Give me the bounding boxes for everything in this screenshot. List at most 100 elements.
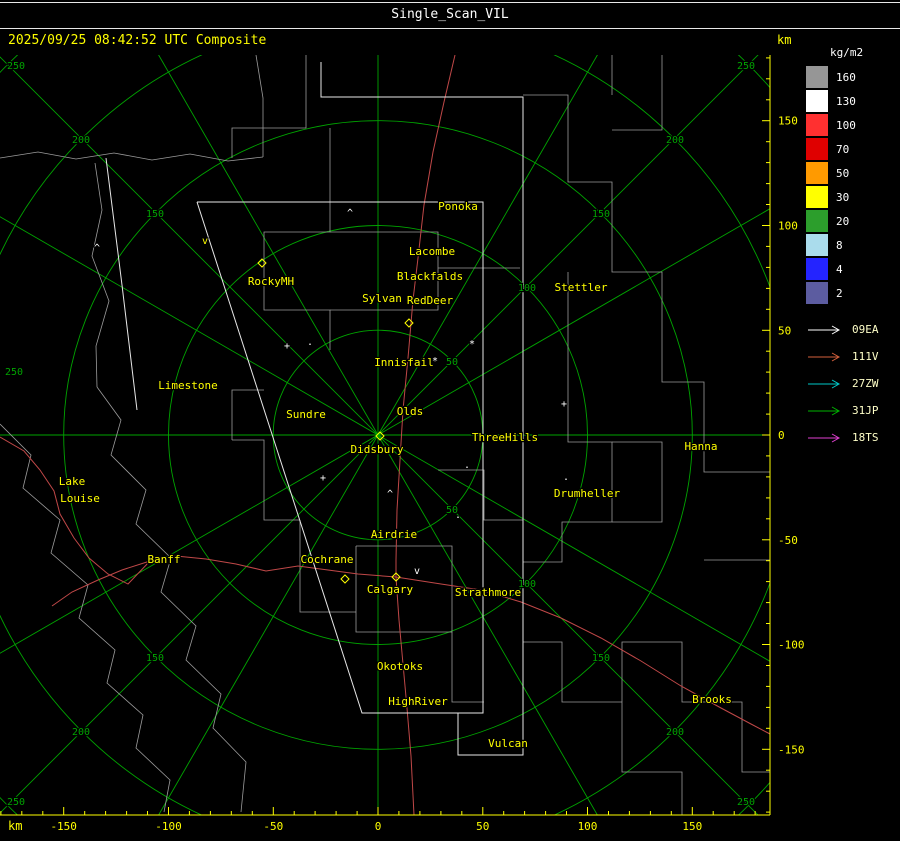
ring-distance-label: 150: [146, 653, 164, 664]
city-label-sundre: Sundre: [286, 408, 326, 421]
city-label-limestone: Limestone: [158, 379, 218, 392]
county-boundary: [255, 55, 264, 157]
radar-arrow-icon: [808, 433, 841, 442]
colorbar-value: 70: [836, 142, 850, 156]
coverage-outline: [105, 157, 138, 411]
colorbar-value: 2: [836, 286, 843, 300]
highway: [0, 436, 151, 585]
point-marker: +: [320, 473, 326, 484]
point-marker: ^: [94, 243, 100, 254]
city-label-reddeer: RedDeer: [407, 294, 454, 307]
radar-arrow-icon: [808, 352, 841, 361]
county-boundary: [299, 520, 356, 613]
radar-site-legend: 09EA 111V 27ZW 31JP 18TS: [806, 316, 879, 451]
point-marker: +: [561, 399, 567, 410]
point-marker: ^: [387, 489, 393, 500]
radar-legend-row: 27ZW: [806, 370, 879, 397]
radar-map: 50 100 150 200 250 150 200 250 50 100 150 200 250 150…: [0, 55, 805, 833]
ring-distance-label: 200: [666, 727, 684, 738]
range-rings-layer: [0, 55, 770, 815]
city-label-ponoka: Ponoka: [438, 200, 478, 213]
city-label-banff: Banff: [147, 553, 180, 566]
x-axis-tick-label: 0: [375, 820, 382, 833]
radar-legend-row: 09EA: [806, 316, 879, 343]
point-marker: .: [563, 472, 569, 483]
county-boundary: [231, 55, 307, 158]
y-axis-tick-label: -100: [778, 639, 805, 652]
radar-id-label: 111V: [852, 350, 879, 363]
ring-distance-label: 200: [72, 135, 90, 146]
point-marker: .: [455, 510, 461, 521]
y-axis-tick-label: 100: [778, 220, 798, 233]
city-marker-icon: [404, 318, 414, 328]
colorbar-value: 30: [836, 190, 850, 204]
point-marker: *: [469, 339, 475, 350]
ring-distance-label: 100: [518, 283, 536, 294]
colorbar-swatch: [806, 162, 828, 184]
colorbar-value: 8: [836, 238, 843, 252]
ring-distance-label: 250: [737, 797, 755, 808]
colorbar-swatch: [806, 234, 828, 256]
radar-legend-row: 111V: [806, 343, 879, 370]
point-marker: .: [464, 460, 470, 471]
city-label-okotoks: Okotoks: [377, 660, 423, 673]
county-boundary: [263, 128, 331, 350]
colorbar-swatch: [806, 282, 828, 304]
y-axis-tick-label: 50: [778, 324, 791, 337]
colorbar-entry: 20: [806, 209, 863, 233]
city-label-vulcan: Vulcan: [488, 737, 528, 750]
colorbar-swatch: [806, 186, 828, 208]
colorbar-entry: 100: [806, 113, 863, 137]
county-boundary: [232, 439, 300, 521]
city-label-rockymh: RockyMH: [248, 275, 294, 288]
radar-id-label: 27ZW: [852, 377, 879, 390]
colorbar-value: 100: [836, 118, 856, 132]
city-label-threehills: ThreeHills: [472, 431, 538, 444]
y-axis-tick-label: 0: [778, 429, 785, 442]
point-marker: +: [284, 341, 290, 352]
radar-arrow-icon: [808, 406, 841, 415]
ring-distance-label: 200: [666, 135, 684, 146]
county-boundary: [612, 441, 663, 523]
county-boundary: [0, 151, 264, 162]
city-label-innisfail: Innisfail: [374, 356, 434, 369]
point-marker: v: [414, 566, 420, 577]
y-axis-tick-label: -150: [778, 743, 805, 756]
city-label-stettler: Stettler: [555, 281, 608, 294]
colorbar-unit-label: kg/m2: [830, 46, 864, 59]
ring-distance-label: 150: [592, 653, 610, 664]
x-axis-tick-label: -50: [263, 820, 283, 833]
city-label-lake: Lake: [59, 475, 86, 488]
x-axis-tick-label: 50: [476, 820, 489, 833]
city-label-airdrie: Airdrie: [371, 528, 417, 541]
y-axis-tick-label: 150: [778, 115, 798, 128]
radar-id-label: 09EA: [852, 323, 879, 336]
ring-distance-label: 150: [592, 209, 610, 220]
radar-id-label: 31JP: [852, 404, 879, 417]
colorbar-value: 50: [836, 166, 850, 180]
colorbar-swatch: [806, 66, 828, 88]
city-label-olds: Olds: [397, 405, 424, 418]
azimuth-line-45: [0, 55, 759, 814]
colorbar-entry: 8: [806, 233, 863, 257]
map-plot-area: 5010015020025015020025050100150200250150…: [0, 55, 770, 815]
point-marker: *: [432, 356, 438, 367]
point-marker: ^: [347, 208, 353, 219]
city-label-didsbury: Didsbury: [351, 443, 404, 456]
city-label-highriver: HighRiver: [388, 695, 448, 708]
colorbar-entry: 160: [806, 65, 863, 89]
x-axis-tick-label: -100: [155, 820, 182, 833]
colorbar-entry: 50: [806, 161, 863, 185]
radar-arrow-icon: [808, 325, 841, 334]
radar-app-window: { "window": { "title": "Single_Scan_VIL"…: [0, 0, 900, 841]
colorbar-entry: 4: [806, 257, 863, 281]
ring-distance-label: 250: [7, 797, 25, 808]
city-label-louise: Louise: [60, 492, 100, 505]
ring-distance-label: 200: [72, 727, 90, 738]
colorbar-entry: 30: [806, 185, 863, 209]
county-boundary: [451, 632, 484, 703]
city-label-sylvan: Sylvan: [362, 292, 402, 305]
ring-distance-label: 150: [146, 209, 164, 220]
colorbar-value: 20: [836, 214, 850, 228]
city-marker-icon: [340, 574, 350, 584]
